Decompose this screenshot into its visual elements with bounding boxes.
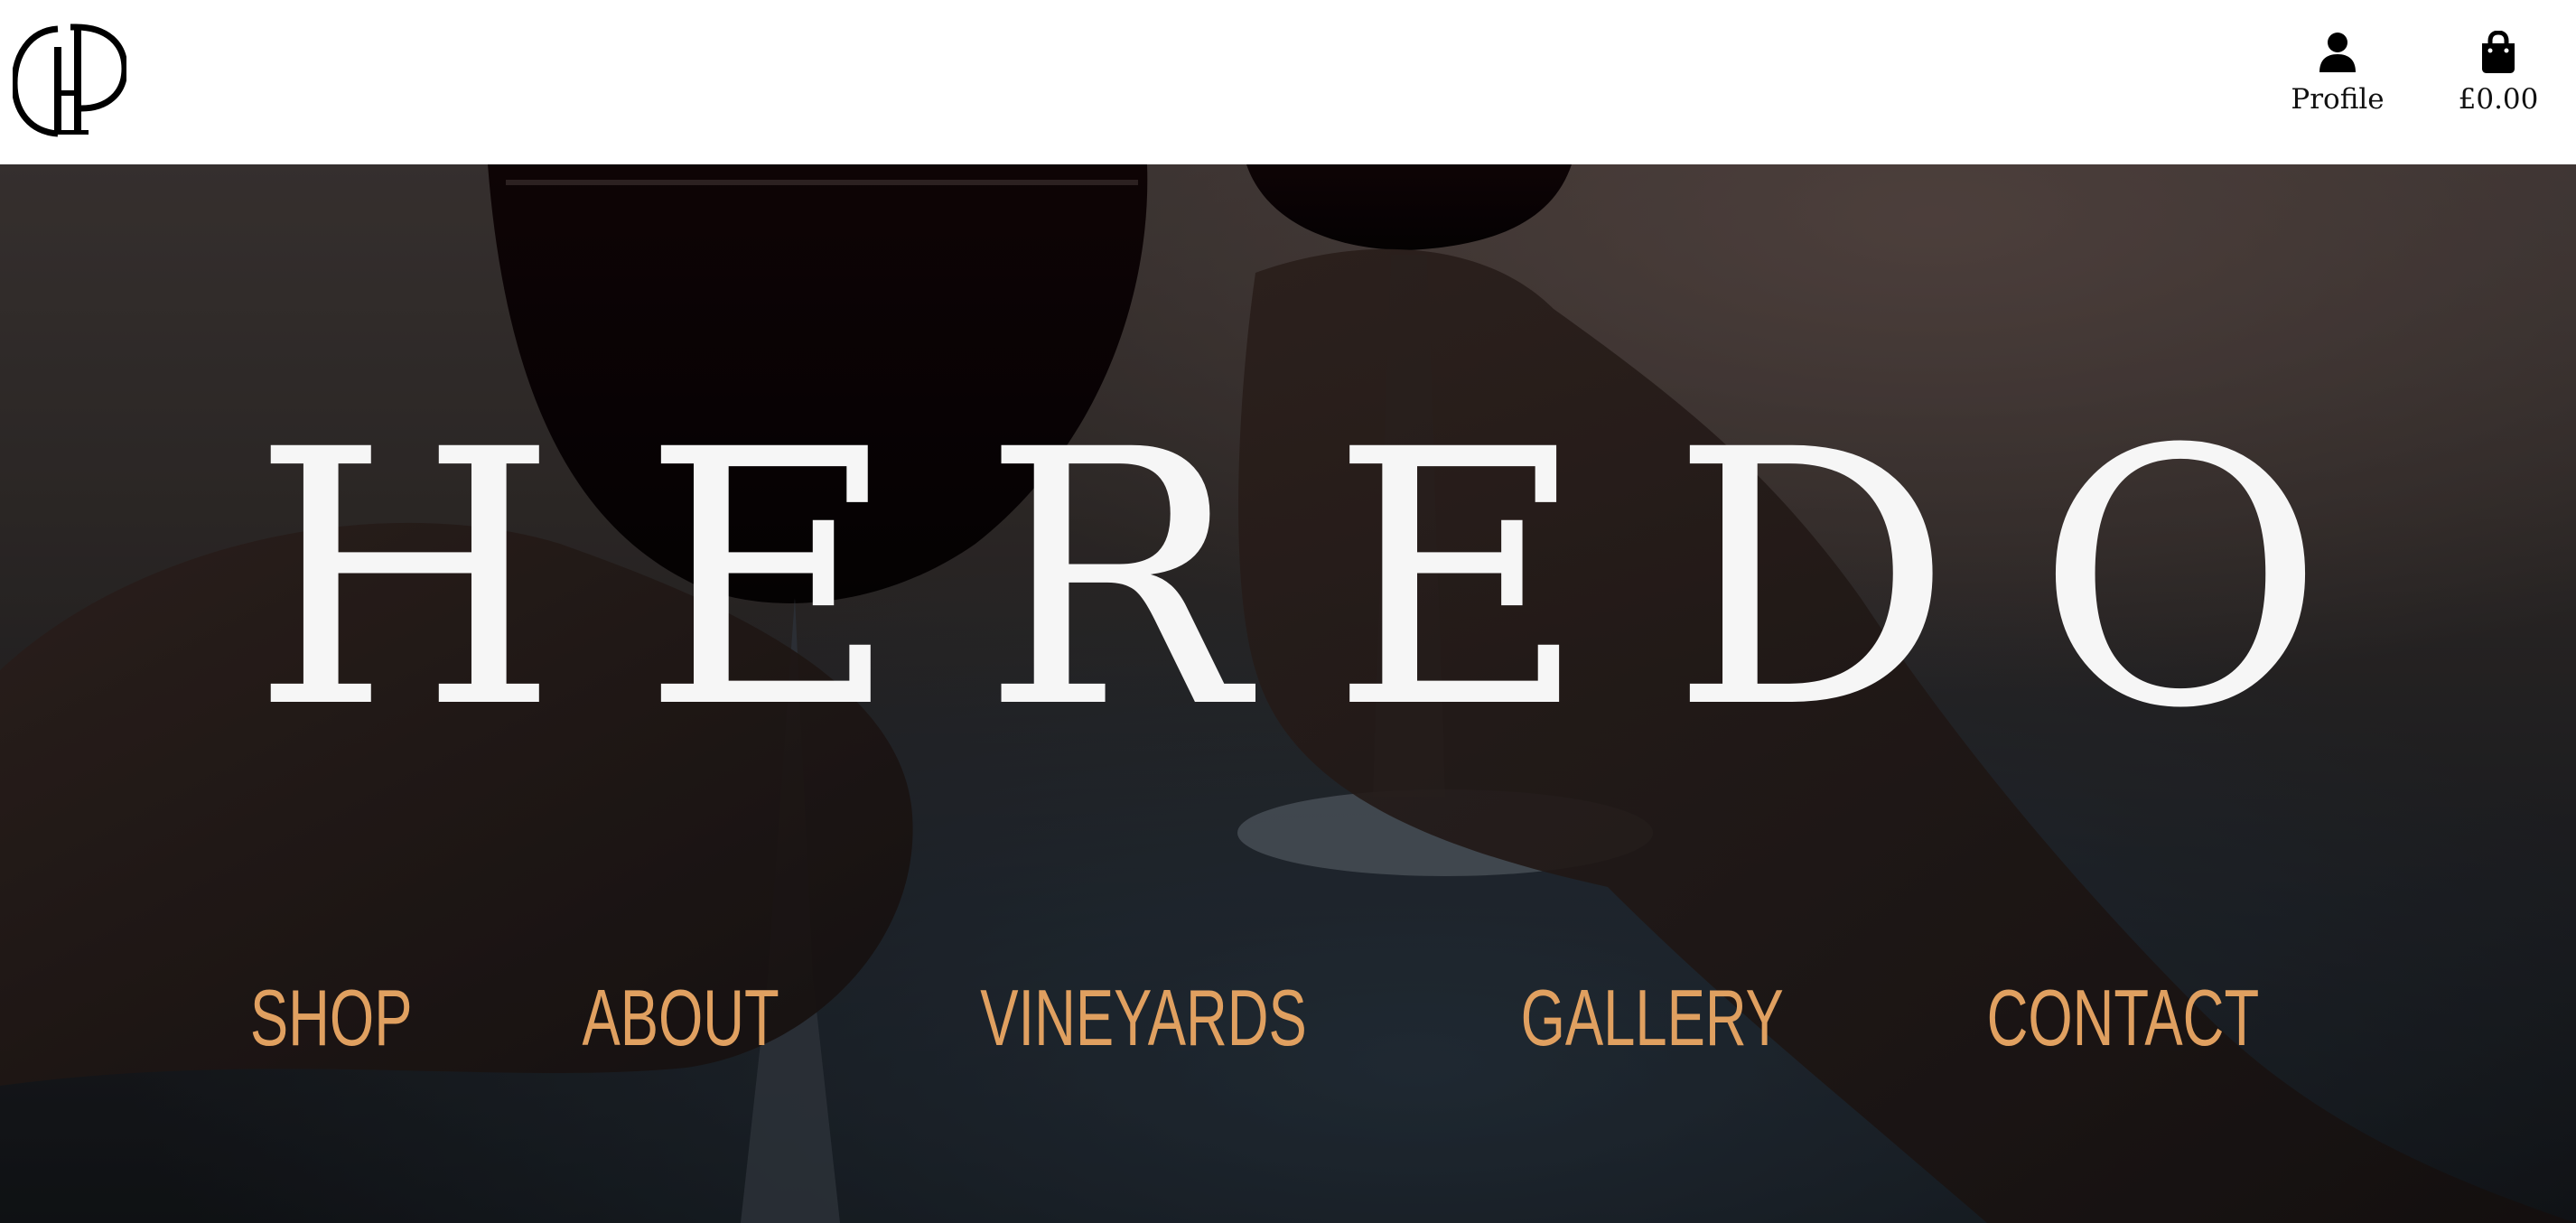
shopping-bag-icon [2478, 31, 2518, 74]
hero-banner: HEREDO SHOP ABOUT VINEYARDS GALLERY CONT… [0, 164, 2576, 1223]
logo[interactable] [13, 20, 126, 139]
main-nav: SHOP ABOUT VINEYARDS GALLERY CONTACT [0, 968, 2576, 1068]
cart-button[interactable]: £0.00 [2453, 31, 2543, 116]
cart-total: £0.00 [2458, 83, 2539, 116]
nav-shop[interactable]: SHOP [250, 968, 413, 1068]
nav-about[interactable]: ABOUT [582, 968, 779, 1068]
nav-vineyards[interactable]: VINEYARDS [980, 968, 1306, 1068]
profile-label: Profile [2291, 83, 2385, 116]
user-icon [2318, 31, 2357, 74]
hp-monogram-logo-icon [13, 23, 126, 137]
site-header: Profile £0.00 [0, 0, 2576, 164]
brand-title: HEREDO [251, 375, 2408, 785]
nav-contact[interactable]: CONTACT [1987, 968, 2260, 1068]
profile-button[interactable]: Profile [2283, 31, 2392, 116]
nav-gallery[interactable]: GALLERY [1520, 968, 1783, 1068]
